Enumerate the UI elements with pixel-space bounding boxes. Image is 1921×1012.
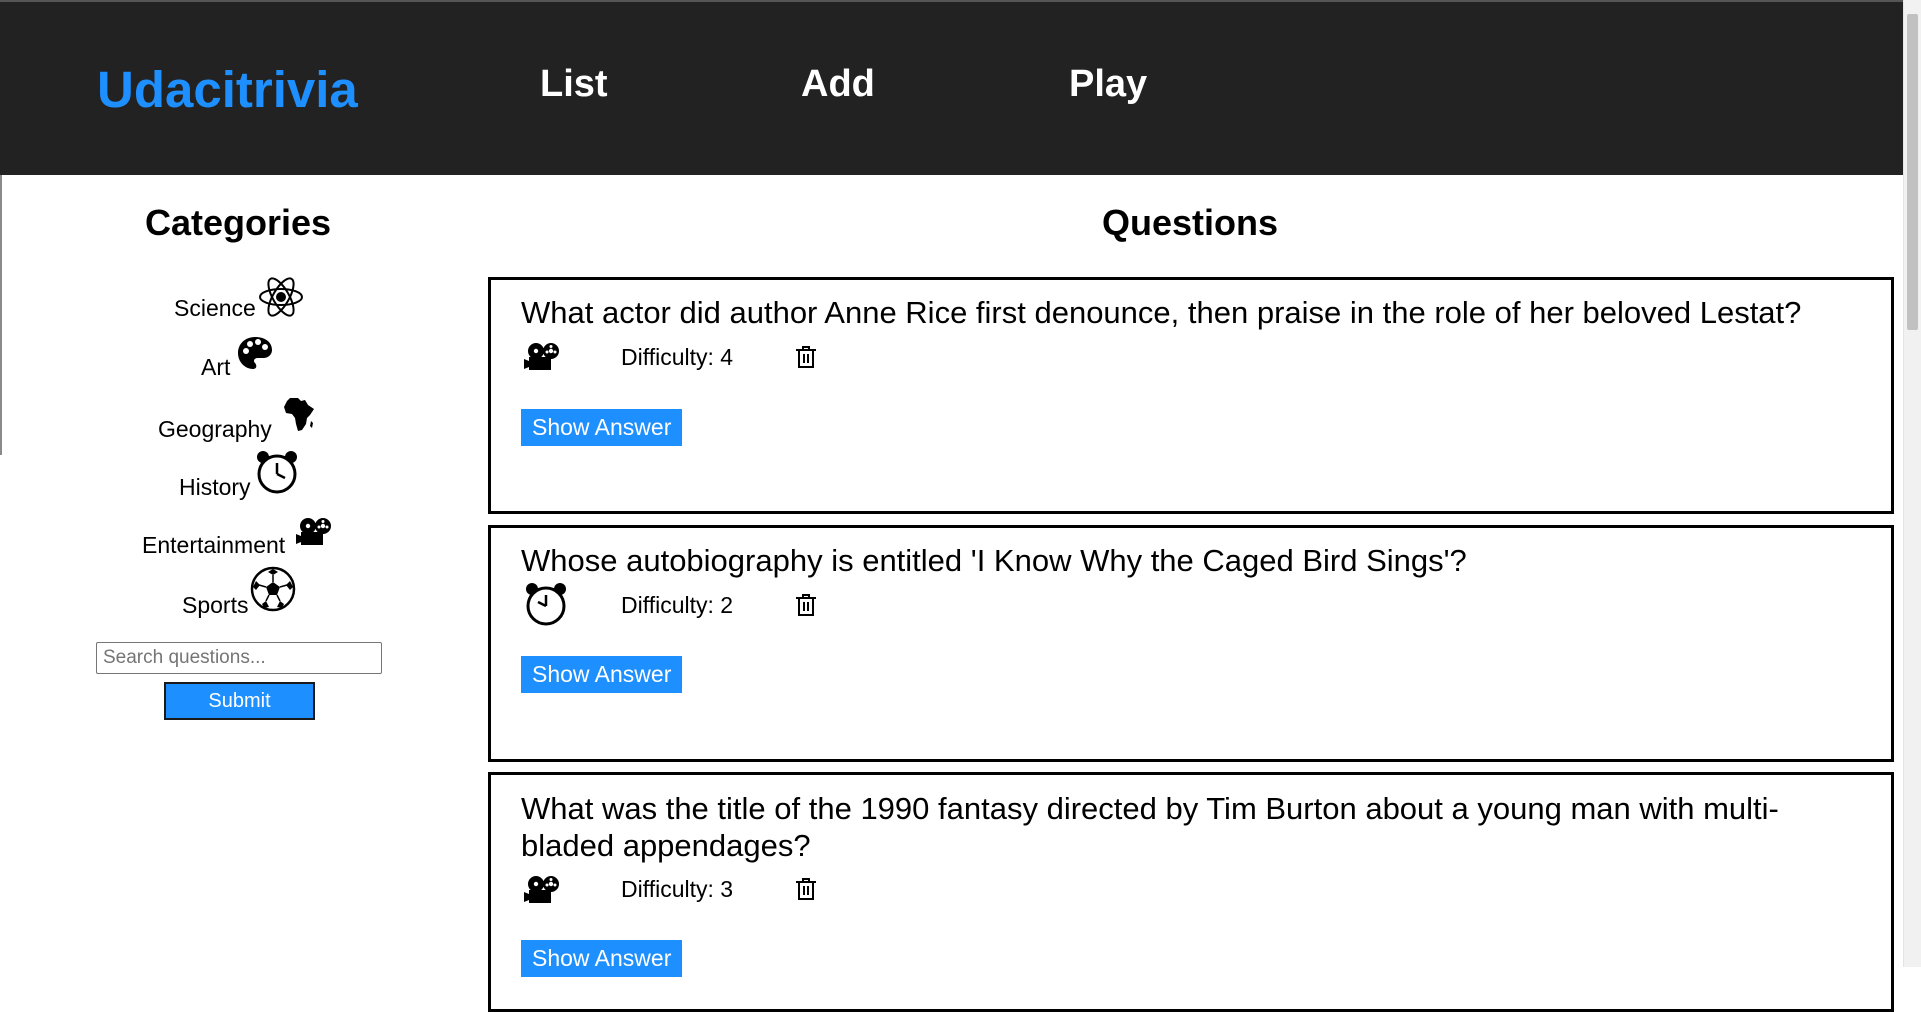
nav-list-link[interactable]: List [540,65,608,103]
difficulty-label: Difficulty: 4 [621,344,734,370]
question-text: Whose autobiography is entitled 'I Know … [521,543,1467,578]
scrollbar-thumb[interactable] [1907,14,1918,330]
nav-add-link[interactable]: Add [801,65,875,103]
question-card: Whose autobiography is entitled 'I Know … [488,525,1894,762]
show-answer-button[interactable]: Show Answer [521,940,683,977]
difficulty-label: Difficulty: 2 [621,592,734,618]
question-card: What was the title of the 1990 fantasy d… [488,772,1894,1012]
difficulty-label: Difficulty: 3 [621,876,734,902]
category-label: Geography [158,416,272,442]
brand-logo-link[interactable]: Udacitrivia [97,64,358,115]
question-text: What actor did author Anne Rice first de… [521,295,1802,330]
category-label: Art [201,354,231,380]
category-label: History [179,474,251,500]
question-text: What was the title of the 1990 fantasy d… [521,791,1779,863]
category-label: Sports [182,592,249,618]
film-projector-icon [524,876,559,903]
question-card: What actor did author Anne Rice first de… [488,277,1894,514]
search-input[interactable] [96,642,382,674]
alarm-clock-icon [526,583,566,626]
category-label: Entertainment [142,532,286,558]
category-label: Science [174,295,256,321]
atom-icon [259,277,303,317]
film-projector-icon [524,343,559,370]
submit-button[interactable]: Submit [164,682,315,720]
alarm-clock-icon [257,451,297,494]
trash-icon[interactable] [795,877,817,901]
questions-heading: Questions [1101,202,1279,243]
categories-heading: Categories [144,202,332,243]
top-nav-bar: Udacitrivia List Add Play [0,0,1903,175]
soccer-ball-icon [250,566,296,612]
trash-icon[interactable] [795,593,817,617]
window-edge [0,175,2,455]
show-answer-button[interactable]: Show Answer [521,409,683,446]
film-projector-icon [296,518,331,545]
show-answer-button[interactable]: Show Answer [521,656,683,693]
page-scrollbar[interactable] [1903,0,1921,967]
palette-icon [238,337,272,369]
trash-icon[interactable] [795,345,817,369]
nav-play-link[interactable]: Play [1069,65,1147,103]
africa-map-icon [284,398,314,431]
